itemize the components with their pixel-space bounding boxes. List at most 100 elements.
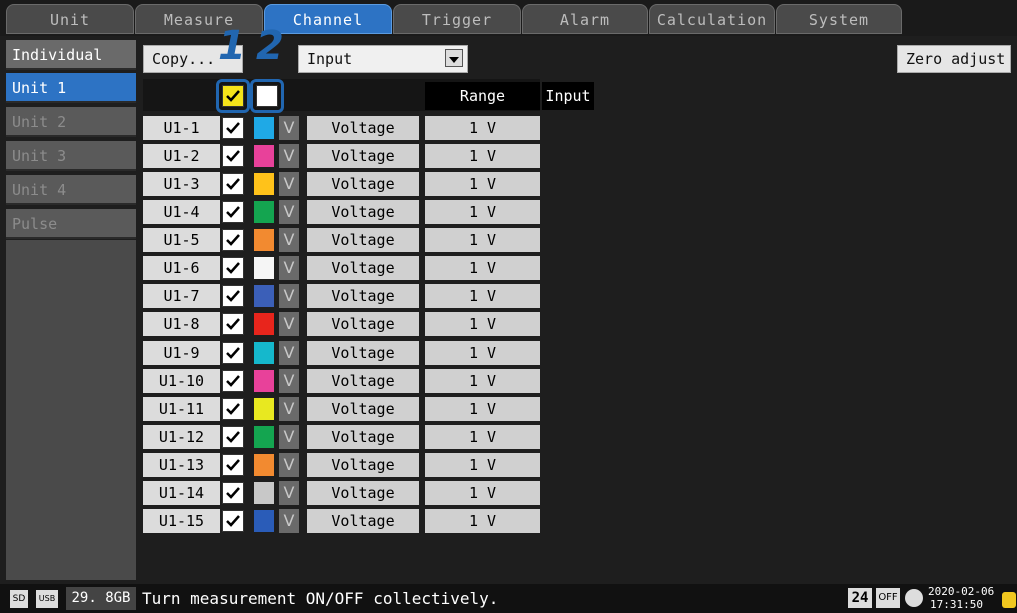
sidebar-item-pulse[interactable]: Pulse — [6, 209, 136, 239]
sd-card-icon: SD — [10, 590, 28, 608]
waveform-color-swatch[interactable] — [254, 173, 274, 195]
input-mode-button[interactable]: Voltage — [307, 453, 419, 477]
input-mode-button[interactable]: Voltage — [307, 228, 419, 252]
input-mode-button[interactable]: Voltage — [307, 481, 419, 505]
unit-icon: V — [279, 228, 299, 252]
range-button[interactable]: 1 V — [425, 453, 540, 477]
sidebar-item-individual[interactable]: Individual — [6, 40, 136, 70]
status-date: 2020-02-06 — [928, 585, 995, 598]
waveform-color-swatch[interactable] — [254, 313, 274, 335]
range-header: Range — [425, 82, 540, 110]
measure-checkbox[interactable] — [222, 285, 244, 307]
channel-label: U1-5 — [143, 228, 220, 252]
unit-icon: V — [279, 172, 299, 196]
input-mode-button[interactable]: Voltage — [307, 312, 419, 336]
tab-alarm[interactable]: Alarm — [522, 4, 648, 34]
input-mode-button[interactable]: Voltage — [307, 341, 419, 365]
sidebar-item-unit-3[interactable]: Unit 3 — [6, 141, 136, 171]
unit-icon: V — [279, 200, 299, 224]
range-button[interactable]: 1 V — [425, 481, 540, 505]
input-mode-button[interactable]: Voltage — [307, 144, 419, 168]
sidebar-item-unit-1[interactable]: Unit 1 — [6, 73, 136, 103]
channel-label: U1-8 — [143, 312, 220, 336]
input-mode-button[interactable]: Voltage — [307, 425, 419, 449]
unit-icon: V — [279, 341, 299, 365]
waveform-color-swatch[interactable] — [254, 398, 274, 420]
unit-icon: V — [279, 369, 299, 393]
measure-checkbox[interactable] — [222, 370, 244, 392]
tab-trigger[interactable]: Trigger — [393, 4, 521, 34]
view-select[interactable]: Input — [298, 45, 468, 73]
storage-remaining: 29. 8GB — [66, 587, 136, 610]
range-button[interactable]: 1 V — [425, 341, 540, 365]
waveform-color-swatch[interactable] — [254, 454, 274, 476]
measure-checkbox[interactable] — [222, 145, 244, 167]
measure-checkbox[interactable] — [222, 454, 244, 476]
measure-checkbox[interactable] — [222, 201, 244, 223]
range-button[interactable]: 1 V — [425, 228, 540, 252]
waveform-color-swatch[interactable] — [254, 285, 274, 307]
waveform-color-swatch[interactable] — [254, 370, 274, 392]
channel-label: U1-11 — [143, 397, 220, 421]
waveform-color-swatch[interactable] — [254, 145, 274, 167]
channel-label: U1-3 — [143, 172, 220, 196]
tab-system[interactable]: System — [776, 4, 902, 34]
channel-label: U1-1 — [143, 116, 220, 140]
tab-calculation[interactable]: Calculation — [649, 4, 775, 34]
badge-24: 24 — [848, 588, 872, 608]
unit-icon: V — [279, 312, 299, 336]
callout-number-2: 2 — [256, 23, 284, 69]
channel-label: U1-9 — [143, 341, 220, 365]
input-mode-button[interactable]: Voltage — [307, 369, 419, 393]
channel-label: U1-13 — [143, 453, 220, 477]
waveform-color-swatch[interactable] — [254, 342, 274, 364]
waveform-color-swatch[interactable] — [254, 257, 274, 279]
measure-checkbox[interactable] — [222, 173, 244, 195]
waveform-color-swatch[interactable] — [254, 117, 274, 139]
range-button[interactable]: 1 V — [425, 509, 540, 533]
range-button[interactable]: 1 V — [425, 284, 540, 308]
range-button[interactable]: 1 V — [425, 397, 540, 421]
sidebar-filler — [6, 240, 136, 580]
unit-icon: V — [279, 453, 299, 477]
input-mode-button[interactable]: Voltage — [307, 397, 419, 421]
measure-checkbox[interactable] — [222, 313, 244, 335]
waveform-color-swatch[interactable] — [254, 482, 274, 504]
status-bar: SD USB 29. 8GB Turn measurement ON/OFF c… — [0, 584, 1017, 613]
range-button[interactable]: 1 V — [425, 116, 540, 140]
waveform-color-swatch[interactable] — [254, 229, 274, 251]
measure-checkbox[interactable] — [222, 398, 244, 420]
range-button[interactable]: 1 V — [425, 144, 540, 168]
zero-adjust-button[interactable]: Zero adjust — [897, 45, 1011, 73]
measure-checkbox[interactable] — [222, 257, 244, 279]
range-button[interactable]: 1 V — [425, 172, 540, 196]
waveform-color-swatch[interactable] — [254, 201, 274, 223]
waveform-color-swatch[interactable] — [254, 426, 274, 448]
callout-ring-1 — [216, 79, 250, 113]
tab-unit[interactable]: Unit — [6, 4, 134, 34]
channel-label: U1-2 — [143, 144, 220, 168]
range-button[interactable]: 1 V — [425, 200, 540, 224]
measure-checkbox[interactable] — [222, 482, 244, 504]
input-mode-button[interactable]: Voltage — [307, 172, 419, 196]
status-time: 17:31:50 — [930, 598, 983, 611]
unit-icon: V — [279, 397, 299, 421]
sidebar-item-unit-4[interactable]: Unit 4 — [6, 175, 136, 205]
view-select-value: Input — [307, 50, 353, 68]
measure-checkbox[interactable] — [222, 510, 244, 532]
range-button[interactable]: 1 V — [425, 312, 540, 336]
range-button[interactable]: 1 V — [425, 369, 540, 393]
sidebar-item-unit-2[interactable]: Unit 2 — [6, 107, 136, 137]
input-mode-button[interactable]: Voltage — [307, 116, 419, 140]
input-mode-button[interactable]: Voltage — [307, 509, 419, 533]
range-button[interactable]: 1 V — [425, 256, 540, 280]
measure-checkbox[interactable] — [222, 426, 244, 448]
range-button[interactable]: 1 V — [425, 425, 540, 449]
input-mode-button[interactable]: Voltage — [307, 284, 419, 308]
measure-checkbox[interactable] — [222, 229, 244, 251]
measure-checkbox[interactable] — [222, 342, 244, 364]
input-mode-button[interactable]: Voltage — [307, 256, 419, 280]
measure-checkbox[interactable] — [222, 117, 244, 139]
input-mode-button[interactable]: Voltage — [307, 200, 419, 224]
waveform-color-swatch[interactable] — [254, 510, 274, 532]
